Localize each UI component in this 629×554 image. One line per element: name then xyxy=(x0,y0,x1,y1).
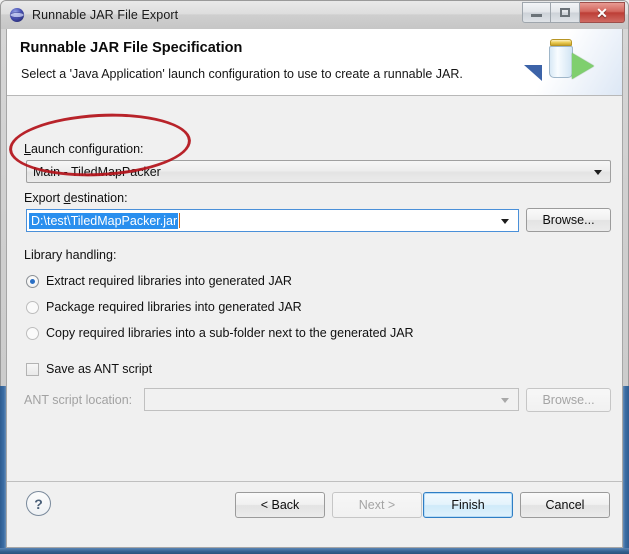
jar-with-run-arrow-icon xyxy=(512,29,622,95)
window-edge-bottom-accent xyxy=(0,548,629,554)
maximize-button[interactable] xyxy=(551,2,580,23)
radio-label: Package required libraries into generate… xyxy=(46,300,302,314)
export-destination-combobox[interactable]: D:\test\TiledMapPacker.jar xyxy=(26,209,519,232)
ant-script-location-label: ANT script location: xyxy=(24,393,133,407)
library-handling-label: Library handling: xyxy=(24,248,117,262)
back-button[interactable]: < Back xyxy=(235,492,325,518)
dialog-client-area: Runnable JAR File Specification Select a… xyxy=(6,29,623,548)
window-edge-right-accent xyxy=(622,386,629,554)
form-body: Launch configuration: Main - TiledMapPac… xyxy=(7,96,622,481)
checkbox-indicator xyxy=(26,362,39,376)
help-icon[interactable]: ? xyxy=(26,491,51,516)
radio-indicator xyxy=(26,300,39,314)
radio-label: Copy required libraries into a sub-folde… xyxy=(46,326,414,340)
green-play-triangle-icon xyxy=(572,53,594,79)
export-destination-label: Export destination: xyxy=(24,191,128,205)
cancel-button[interactable]: Cancel xyxy=(520,492,610,518)
title-bar: Runnable JAR File Export ✕ xyxy=(1,1,628,29)
radio-indicator xyxy=(26,326,39,340)
launch-configuration-label-text: aunch configuration: xyxy=(30,142,144,156)
export-destination-browse-button[interactable]: Browse... xyxy=(526,208,611,232)
dialog-footer: ? < Back Next > Finish Cancel xyxy=(7,481,622,547)
wizard-banner: Runnable JAR File Specification Select a… xyxy=(7,29,622,96)
launch-configuration-label: Launch configuration: xyxy=(24,142,144,156)
next-button[interactable]: Next > xyxy=(332,492,422,518)
launch-configuration-value: Main - TiledMapPacker xyxy=(33,164,161,179)
jar-icon xyxy=(548,39,574,79)
blue-triangle-icon xyxy=(524,65,542,81)
close-icon: ✕ xyxy=(596,4,608,21)
export-destination-value: D:\test\TiledMapPacker.jar xyxy=(29,212,179,229)
screenshot-root: Runnable JAR File Export ✕ Runnable JAR … xyxy=(0,0,629,554)
jar-lid xyxy=(550,39,572,46)
radio-copy-libraries[interactable]: Copy required libraries into a sub-folde… xyxy=(26,326,414,340)
eclipse-export-icon xyxy=(9,7,25,23)
window-controls: ✕ xyxy=(522,2,625,23)
checkbox-label: Save as ANT script xyxy=(46,362,153,376)
maximize-icon xyxy=(560,8,570,17)
radio-extract-libraries[interactable]: Extract required libraries into generate… xyxy=(26,274,292,288)
ant-script-location-combobox[interactable] xyxy=(144,388,519,411)
ant-script-location-browse-button[interactable]: Browse... xyxy=(526,388,611,412)
page-description: Select a 'Java Application' launch confi… xyxy=(21,67,463,81)
finish-button[interactable]: Finish xyxy=(423,492,513,518)
radio-package-libraries[interactable]: Package required libraries into generate… xyxy=(26,300,302,314)
minimize-icon xyxy=(531,14,542,17)
radio-label: Extract required libraries into generate… xyxy=(46,274,292,288)
chevron-down-icon xyxy=(501,218,509,224)
close-button[interactable]: ✕ xyxy=(580,2,625,23)
window-title: Runnable JAR File Export xyxy=(32,8,179,22)
text-caret xyxy=(179,213,181,228)
chevron-down-icon xyxy=(501,397,509,403)
save-as-ant-script-checkbox[interactable]: Save as ANT script xyxy=(26,362,152,376)
jar-body xyxy=(549,46,573,78)
chevron-down-icon xyxy=(594,169,602,175)
launch-configuration-combobox[interactable]: Main - TiledMapPacker xyxy=(26,160,611,183)
minimize-button[interactable] xyxy=(522,2,551,23)
radio-indicator xyxy=(26,274,39,288)
page-title: Runnable JAR File Specification xyxy=(20,40,243,56)
